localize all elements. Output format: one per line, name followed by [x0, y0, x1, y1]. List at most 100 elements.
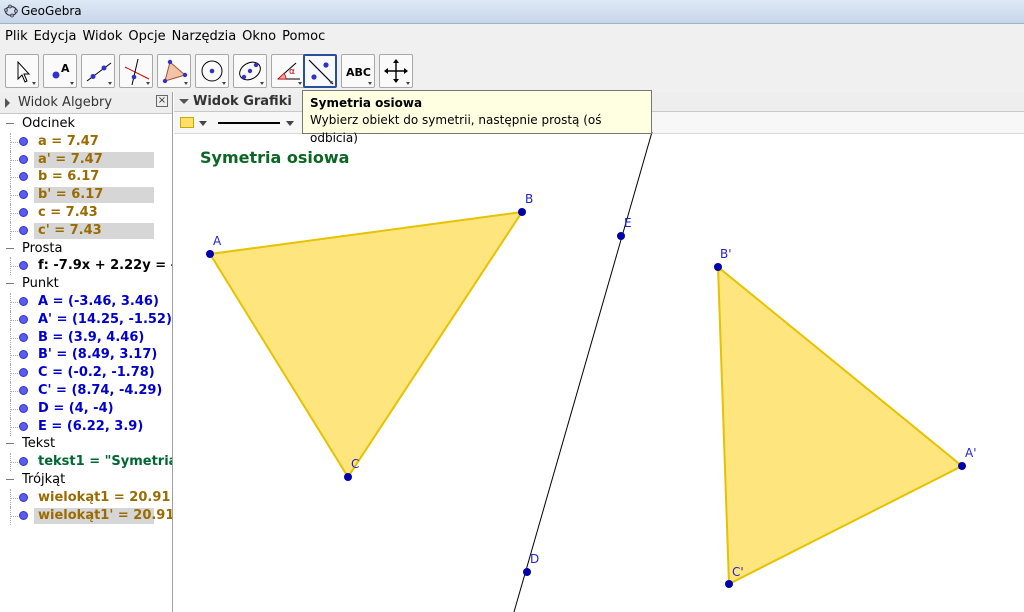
point-B-prime[interactable]: B' [714, 247, 732, 271]
algebra-item[interactable]: A = (-3.46, 3.46) [0, 293, 172, 311]
category-label: Punkt [22, 276, 59, 292]
tooltip-text: Wybierz obiekt do symetrii, następnie pr… [310, 113, 602, 145]
visibility-toggle-icon[interactable] [19, 225, 28, 235]
point-tool-button[interactable]: A [43, 54, 77, 88]
visibility-toggle-icon[interactable] [19, 172, 28, 182]
point-label: A [213, 234, 222, 248]
arrow-cursor-icon [17, 60, 36, 85]
menu-item-okno[interactable]: Okno [239, 29, 279, 44]
visibility-toggle-icon[interactable] [19, 421, 28, 431]
algebra-item-value: E = (6.22, 3.9) [38, 418, 144, 434]
collapse-triangle-icon[interactable] [5, 98, 10, 108]
visibility-toggle-icon[interactable] [19, 297, 28, 306]
algebra-item[interactable]: wielokąt1' = 20.91 [0, 506, 172, 525]
title-bar: GeoGebra [0, 0, 1024, 24]
circle-tool-button[interactable] [195, 54, 229, 88]
collapse-icon[interactable] [6, 443, 14, 445]
reflect-about-line-icon [308, 59, 334, 85]
visibility-toggle-icon[interactable] [19, 332, 28, 342]
algebra-item[interactable]: A' = (14.25, -1.52) [0, 310, 172, 329]
visibility-toggle-icon[interactable] [19, 314, 28, 324]
window-title: GeoGebra [21, 4, 82, 18]
collapse-icon[interactable] [6, 123, 14, 124]
visibility-toggle-icon[interactable] [19, 136, 28, 146]
visibility-toggle-icon[interactable] [19, 510, 28, 520]
menu-item-widok[interactable]: Widok [79, 29, 125, 44]
algebra-item[interactable]: b = 6.17 [0, 168, 172, 187]
algebra-item[interactable]: b' = 6.17 [0, 186, 172, 205]
triangle[interactable] [208, 210, 525, 479]
algebra-item[interactable]: E = (6.22, 3.9) [0, 417, 172, 436]
algebra-item[interactable]: C = (-0.2, -1.78) [0, 364, 172, 383]
visibility-toggle-icon[interactable] [19, 154, 28, 164]
graphics-view[interactable]: Widok Grafiki Symetria osiowa A B C B' A… [174, 92, 1024, 612]
algebra-item[interactable]: D = (4, -4) [0, 399, 172, 418]
algebra-item-value: b' = 6.17 [38, 187, 104, 203]
algebra-item[interactable]: wielokąt1 = 20.91 [0, 488, 172, 507]
algebra-item[interactable]: a = 7.47 [0, 132, 172, 151]
point-A-prime[interactable]: A' [958, 446, 977, 470]
tooltip-title: Symetria osiowa [310, 96, 423, 110]
point-E[interactable]: E [617, 216, 632, 240]
text-tool-button[interactable]: ABC [341, 54, 375, 88]
visibility-toggle-icon[interactable] [19, 403, 28, 413]
point-label: D [530, 552, 539, 566]
collapse-icon[interactable] [6, 283, 14, 285]
svg-text:α: α [289, 67, 295, 77]
algebra-item-value: tekst1 = "Symetria osiowa" [38, 454, 173, 470]
algebra-item[interactable]: B' = (8.49, 3.17) [0, 346, 172, 365]
algebra-category[interactable]: Punkt [0, 275, 172, 293]
construction-title-text[interactable]: Symetria osiowa [200, 148, 349, 167]
collapse-icon[interactable] [6, 247, 14, 249]
visibility-toggle-icon[interactable] [19, 492, 28, 502]
text-icon: ABC [346, 66, 372, 85]
text-tool-label: ABC [346, 66, 371, 79]
point-label: C' [732, 565, 744, 579]
point-label: A' [965, 446, 977, 460]
menu-item-narzędzia[interactable]: Narzędzia [169, 29, 240, 44]
menu-item-opcje[interactable]: Opcje [125, 29, 168, 44]
drawing-canvas[interactable]: Symetria osiowa A B C B' A' C' E D [174, 92, 1024, 612]
visibility-toggle-icon[interactable] [19, 190, 28, 200]
algebra-item[interactable]: a' = 7.47 [0, 150, 172, 169]
visibility-toggle-icon[interactable] [19, 368, 28, 378]
angle-tool-button[interactable]: α [271, 54, 305, 88]
visibility-toggle-icon[interactable] [19, 261, 28, 271]
algebra-item[interactable]: c = 7.43 [0, 204, 172, 222]
reflection-line[interactable] [513, 131, 653, 612]
algebra-category[interactable]: Trójkąt [0, 471, 172, 489]
ellipse-icon [239, 61, 264, 85]
reflected-triangle[interactable] [716, 264, 964, 586]
point-D[interactable]: D [523, 552, 539, 576]
visibility-toggle-icon[interactable] [19, 386, 28, 395]
line-tool-button[interactable] [81, 54, 115, 88]
algebra-item-value: wielokąt1 = 20.91 [38, 489, 171, 505]
algebra-item[interactable]: f: -7.9x + 2.22y = -40.4 [0, 257, 172, 276]
algebra-item[interactable]: tekst1 = "Symetria osiowa" [0, 453, 173, 472]
algebra-item[interactable]: C' = (8.74, -4.29) [0, 382, 172, 400]
polygon-tool-button[interactable] [157, 54, 191, 88]
algebra-item[interactable]: B = (3.9, 4.46) [0, 328, 172, 347]
collapse-icon[interactable] [6, 479, 14, 480]
algebra-category[interactable]: Tekst [0, 435, 172, 453]
toolbar: A α ABC [0, 48, 1024, 92]
move-graphics-view-tool-button[interactable] [379, 54, 413, 88]
category-label: Odcinek [22, 116, 76, 131]
close-icon[interactable]: × [156, 95, 168, 107]
algebra-item[interactable]: c' = 7.43 [0, 221, 172, 240]
visibility-toggle-icon[interactable] [19, 208, 28, 217]
visibility-toggle-icon[interactable] [19, 350, 28, 360]
geogebra-window: GeoGebra Plik Edycja Widok Opcje Narzędzia Ok… [0, 0, 1024, 612]
algebra-category[interactable]: Prosta [0, 240, 172, 258]
visibility-toggle-icon[interactable] [19, 457, 28, 467]
algebra-item-value: c' = 7.43 [38, 222, 102, 238]
algebra-category[interactable]: Odcinek [0, 115, 172, 133]
menu-item-edycja[interactable]: Edycja [31, 29, 80, 44]
menu-item-pomoc[interactable]: Pomoc [279, 29, 328, 44]
conic-tool-button[interactable] [233, 54, 267, 88]
perpendicular-line-tool-button[interactable] [119, 54, 153, 88]
menu-item-plik[interactable]: Plik [2, 29, 31, 44]
point-B[interactable]: B [518, 192, 533, 216]
move-tool-button[interactable] [5, 54, 39, 88]
reflect-about-line-tool-button[interactable] [303, 54, 337, 88]
